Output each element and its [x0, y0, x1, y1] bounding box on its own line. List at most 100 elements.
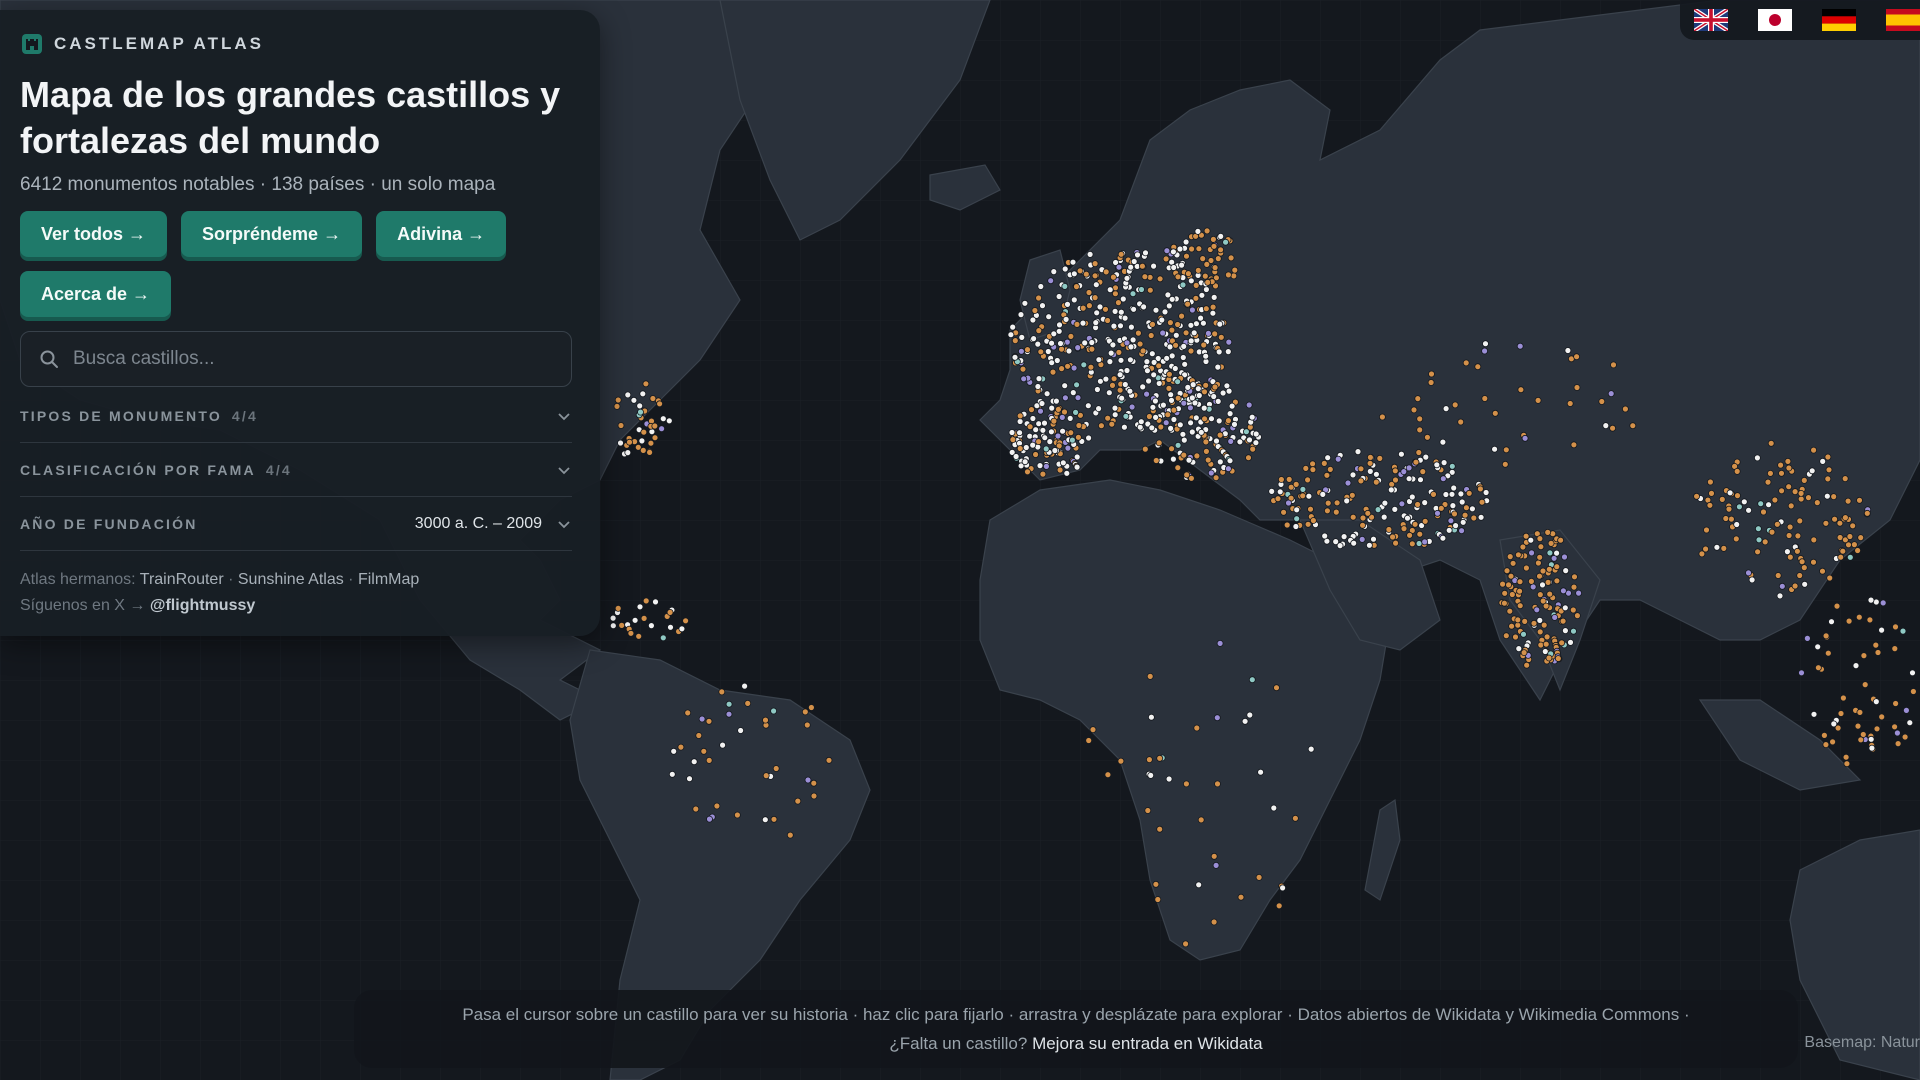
castle-marker[interactable] [1448, 462, 1456, 470]
castle-marker[interactable] [1324, 507, 1331, 515]
castle-marker[interactable] [1527, 536, 1535, 544]
castle-marker[interactable] [1051, 447, 1059, 454]
castle-marker[interactable] [1210, 852, 1218, 860]
castle-marker[interactable] [725, 700, 733, 708]
castle-marker[interactable] [1215, 348, 1223, 356]
castle-marker[interactable] [638, 437, 646, 445]
castle-marker[interactable] [1035, 327, 1043, 335]
castle-marker[interactable] [1129, 290, 1137, 298]
castle-marker[interactable] [1794, 532, 1802, 540]
castle-marker[interactable] [1048, 428, 1055, 436]
castle-marker[interactable] [1050, 330, 1058, 338]
castle-marker[interactable] [1197, 314, 1204, 322]
castle-marker[interactable] [1562, 627, 1569, 634]
castle-marker[interactable] [1857, 534, 1865, 541]
castle-marker[interactable] [1110, 273, 1117, 281]
castle-marker[interactable] [1146, 756, 1153, 763]
castle-marker[interactable] [658, 425, 665, 433]
castle-marker[interactable] [1726, 489, 1734, 497]
castle-marker[interactable] [1392, 539, 1399, 547]
castle-marker[interactable] [684, 709, 692, 717]
castle-marker[interactable] [1117, 250, 1125, 258]
castle-marker[interactable] [1813, 499, 1821, 507]
castle-marker[interactable] [1029, 415, 1037, 422]
castle-marker[interactable] [1089, 726, 1097, 733]
castle-marker[interactable] [1188, 428, 1196, 436]
castle-marker[interactable] [1064, 362, 1071, 370]
castle-marker[interactable] [1559, 617, 1567, 625]
castle-marker[interactable] [1148, 350, 1156, 358]
castle-marker[interactable] [1195, 881, 1203, 889]
castle-marker[interactable] [1482, 489, 1490, 496]
castle-marker[interactable] [1159, 329, 1167, 337]
castle-marker[interactable] [1225, 417, 1232, 425]
castle-marker[interactable] [1427, 379, 1435, 386]
castle-marker[interactable] [1053, 357, 1061, 364]
castle-marker[interactable] [1228, 402, 1236, 410]
castle-marker[interactable] [1216, 431, 1224, 439]
castle-marker[interactable] [1822, 632, 1830, 640]
castle-marker[interactable] [1183, 471, 1191, 479]
castle-marker[interactable] [705, 717, 713, 725]
castle-marker[interactable] [1841, 475, 1849, 483]
castle-marker[interactable] [1225, 387, 1233, 395]
castle-marker[interactable] [1168, 396, 1175, 404]
castle-marker[interactable] [1505, 581, 1512, 589]
castle-marker[interactable] [1079, 319, 1087, 327]
castle-marker[interactable] [1055, 293, 1063, 300]
castle-marker[interactable] [642, 597, 650, 605]
castle-marker[interactable] [1736, 503, 1743, 511]
castle-marker[interactable] [804, 776, 812, 784]
castle-marker[interactable] [1797, 489, 1805, 497]
castle-marker[interactable] [1755, 525, 1762, 533]
castle-marker[interactable] [1268, 487, 1276, 495]
castle-marker[interactable] [1546, 590, 1554, 598]
castle-marker[interactable] [677, 743, 685, 751]
castle-marker[interactable] [1417, 476, 1424, 484]
castle-marker[interactable] [1539, 597, 1547, 605]
castle-marker[interactable] [1039, 470, 1047, 478]
castle-marker[interactable] [1067, 332, 1075, 340]
link-trainrouter[interactable]: TrainRouter [140, 571, 224, 588]
castle-marker[interactable] [1038, 400, 1046, 407]
castle-marker[interactable] [1810, 536, 1818, 544]
castle-marker[interactable] [1152, 457, 1160, 464]
castle-marker[interactable] [1095, 356, 1103, 364]
castle-marker[interactable] [1536, 553, 1544, 561]
castle-marker[interactable] [1462, 359, 1470, 367]
castle-marker[interactable] [659, 634, 667, 642]
castle-marker[interactable] [1162, 419, 1170, 427]
castle-marker[interactable] [1844, 497, 1852, 505]
castle-marker[interactable] [1571, 573, 1578, 581]
castle-marker[interactable] [1137, 418, 1145, 426]
castle-marker[interactable] [1814, 643, 1822, 651]
castle-marker[interactable] [630, 396, 638, 404]
castle-marker[interactable] [1128, 323, 1135, 331]
castle-marker[interactable] [1516, 587, 1523, 595]
castle-marker[interactable] [1028, 406, 1035, 414]
castle-marker[interactable] [1609, 424, 1616, 432]
castle-marker[interactable] [1202, 381, 1210, 389]
castle-marker[interactable] [1041, 434, 1049, 442]
castle-marker[interactable] [1842, 753, 1850, 761]
castle-marker[interactable] [1044, 348, 1052, 355]
castle-marker[interactable] [1102, 375, 1110, 383]
castle-marker[interactable] [1179, 430, 1187, 438]
castle-marker[interactable] [1508, 622, 1515, 630]
castle-marker[interactable] [1528, 549, 1535, 557]
castle-marker[interactable] [1219, 389, 1227, 397]
castle-marker[interactable] [1091, 272, 1099, 280]
castle-marker[interactable] [690, 758, 698, 766]
link-filmmap[interactable]: FilmMap [358, 571, 419, 588]
castle-marker[interactable] [1873, 725, 1881, 733]
castle-marker[interactable] [624, 449, 632, 457]
castle-marker[interactable] [1764, 478, 1772, 486]
castle-marker[interactable] [1035, 438, 1042, 446]
castle-marker[interactable] [1491, 409, 1499, 417]
castle-marker[interactable] [1155, 379, 1163, 387]
castle-marker[interactable] [609, 622, 617, 630]
castle-marker[interactable] [1411, 520, 1419, 528]
castle-marker[interactable] [1109, 381, 1116, 389]
castle-marker[interactable] [1321, 532, 1329, 540]
castle-marker[interactable] [1544, 529, 1552, 536]
